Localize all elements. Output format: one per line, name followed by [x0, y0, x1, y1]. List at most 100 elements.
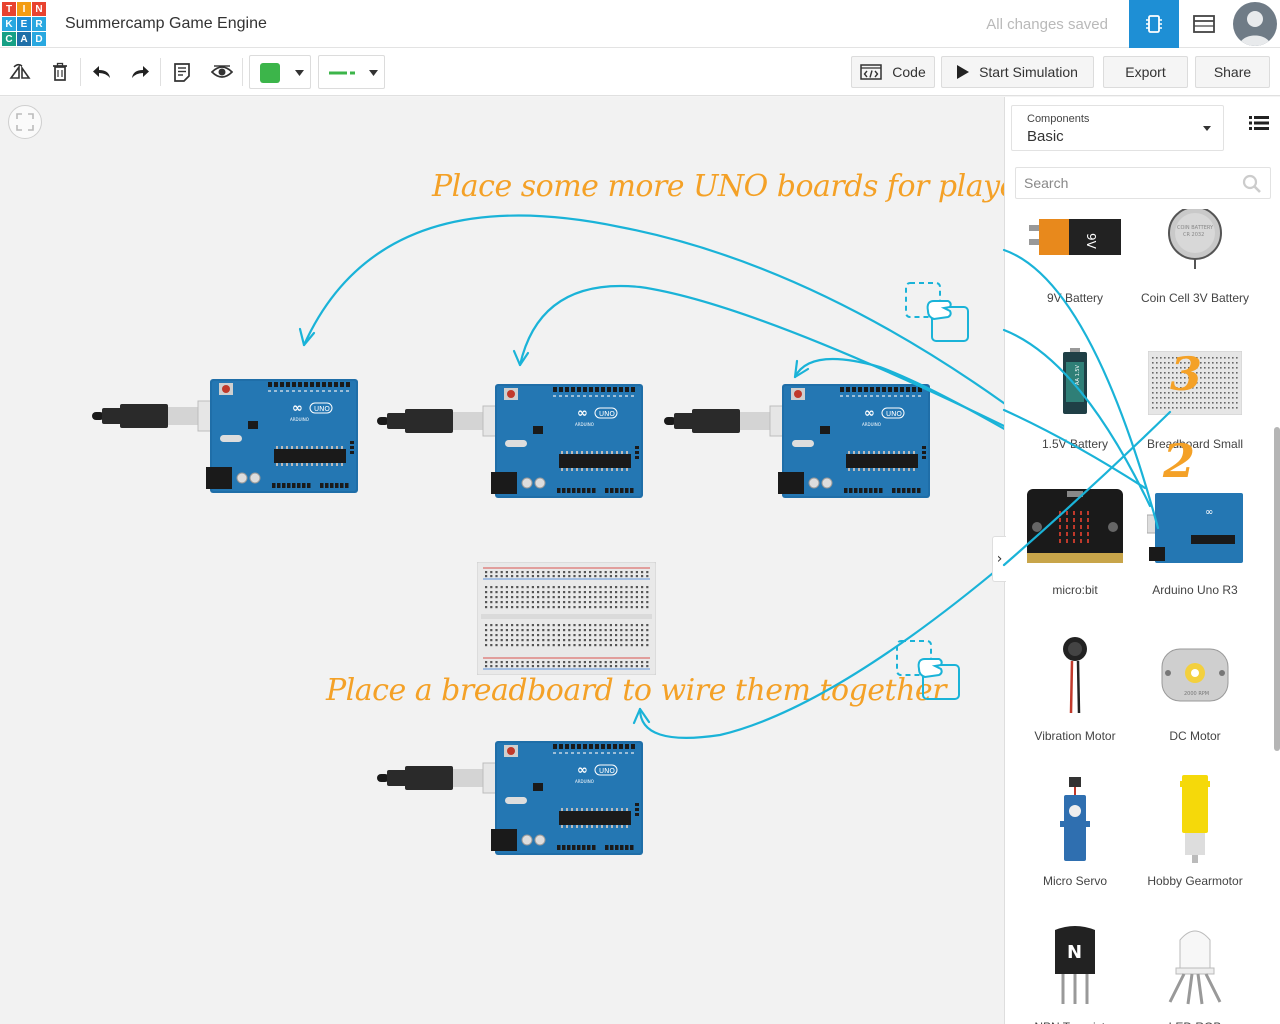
arduino-uno-board[interactable]: ∞ UNO ARDUINO: [377, 741, 645, 859]
wire-style-dropdown[interactable]: [318, 55, 385, 89]
toolbar: Code Start Simulation Export Share: [0, 48, 1280, 96]
annotation-text: Place a breadboard to wire them together: [326, 673, 947, 708]
components-dropdown[interactable]: Components Basic: [1011, 105, 1224, 151]
transistor-icon: N: [1025, 920, 1125, 1012]
export-button[interactable]: Export: [1103, 56, 1188, 88]
svg-text:∞: ∞: [577, 763, 588, 778]
microbit-icon: [1025, 483, 1125, 575]
svg-text:∞: ∞: [292, 401, 303, 416]
vibration-motor-icon: [1025, 629, 1125, 721]
component-item[interactable]: COIN BATTERY CR 2032 Coin Cell 3V Battery: [1135, 209, 1255, 331]
svg-text:ARDUINO: ARDUINO: [575, 422, 594, 427]
logo-tile: I: [17, 2, 31, 16]
component-label: Micro Servo: [1042, 874, 1107, 888]
component-item[interactable]: LED RGB: [1135, 920, 1255, 1024]
component-item[interactable]: micro:bit: [1015, 483, 1135, 623]
component-label: micro:bit: [1052, 583, 1098, 597]
share-label: Share: [1213, 64, 1252, 80]
svg-text:9V: 9V: [1084, 233, 1098, 250]
delete-button[interactable]: [44, 58, 76, 86]
component-label: Arduino Uno R3: [1152, 583, 1238, 597]
component-item[interactable]: Vibration Motor: [1015, 629, 1135, 769]
drag-hand-icon: [905, 282, 969, 342]
svg-text:UNO: UNO: [314, 405, 330, 413]
drag-hand-icon: [896, 640, 960, 700]
rotate-button[interactable]: [4, 58, 36, 86]
chevron-down-icon: [369, 70, 378, 76]
visibility-button[interactable]: [206, 58, 238, 86]
fit-view-button[interactable]: [8, 105, 42, 139]
svg-text:UNO: UNO: [886, 410, 902, 418]
component-label: Coin Cell 3V Battery: [1140, 291, 1250, 305]
arduino-uno-board[interactable]: ∞ UNO ARDUINO: [664, 384, 932, 502]
component-label: DC Motor: [1169, 729, 1221, 743]
component-gallery: 9V 9V Battery COIN BATTERY CR 2032 Coin Cell…: [1005, 209, 1271, 1024]
components-dropdown-label: Components: [1027, 113, 1090, 125]
logo-tile: T: [2, 2, 16, 16]
toolbar-divider: [160, 58, 161, 86]
component-item[interactable]: AA 1.5V 1.5V Battery: [1015, 337, 1135, 477]
list-view-button[interactable]: [1241, 105, 1277, 141]
code-icon: [860, 64, 883, 80]
design-title[interactable]: Summercamp Game Engine: [65, 15, 267, 33]
fill-color-dropdown[interactable]: [249, 55, 311, 89]
arduino-uno-board[interactable]: ∞ UNO ARDUINO: [377, 384, 645, 502]
breadboard-graphic: [476, 561, 657, 676]
step-number: 3: [1170, 347, 1203, 401]
svg-text:∞: ∞: [864, 406, 875, 421]
svg-text:∞: ∞: [1205, 507, 1213, 518]
coin-cell-icon: COIN BATTERY CR 2032: [1145, 209, 1245, 283]
undo-icon: [93, 66, 110, 78]
user-avatar[interactable]: [1233, 2, 1277, 46]
start-simulation-button[interactable]: Start Simulation: [941, 56, 1094, 88]
toolbar-divider: [242, 58, 243, 86]
component-item[interactable]: 2000 RPM DC Motor: [1135, 629, 1255, 769]
arduino-uno-board[interactable]: ∞ UNO ARDUINO: [92, 379, 360, 497]
tinkercad-logo[interactable]: TIN KER CAD: [2, 2, 46, 46]
redo-button[interactable]: [124, 58, 156, 86]
panel-scrollbar[interactable]: [1271, 209, 1280, 1024]
logo-tile: K: [2, 17, 16, 31]
list-view-icon: [1249, 116, 1269, 130]
component-search: [1015, 167, 1271, 199]
visibility-icon: [211, 65, 233, 78]
search-input[interactable]: [1016, 168, 1236, 198]
undo-button[interactable]: [86, 58, 118, 86]
logo-tile: C: [2, 32, 16, 46]
user-avatar-icon: [1239, 11, 1271, 46]
circuit-view-button[interactable]: [1129, 0, 1179, 48]
rotate-icon: [9, 63, 31, 79]
arrow-head: [298, 327, 316, 347]
search-icon[interactable]: [1242, 174, 1262, 194]
logo-tile: D: [32, 32, 46, 46]
component-item[interactable]: N NPN Transistor: [1015, 920, 1135, 1024]
export-label: Export: [1125, 64, 1166, 80]
gearmotor-icon: [1145, 774, 1245, 866]
logo-tile: A: [17, 32, 31, 46]
svg-text:UNO: UNO: [599, 767, 615, 775]
component-label: LED RGB: [1135, 1020, 1255, 1024]
notes-button[interactable]: [166, 58, 198, 86]
chevron-down-icon: [1203, 126, 1211, 131]
wire-style-icon: [329, 71, 355, 75]
circuit-canvas[interactable]: ∞ UNO ARDUINO ∞ UNO ARDUINO ∞ UNO ARDUINO ∞ UNO…: [0, 97, 1004, 1024]
fit-view-icon: [16, 113, 34, 131]
collapse-panel-button[interactable]: ›: [992, 536, 1006, 582]
component-label: 9V Battery: [1046, 291, 1104, 305]
component-item[interactable]: Hobby Gearmotor: [1135, 774, 1255, 914]
breadboard[interactable]: [476, 561, 657, 676]
component-item[interactable]: Micro Servo: [1015, 774, 1135, 914]
svg-text:ARDUINO: ARDUINO: [575, 779, 594, 784]
component-item[interactable]: ∞ Arduino Uno R3: [1135, 483, 1255, 623]
chevron-right-icon: ›: [996, 551, 1003, 567]
component-item[interactable]: 9V 9V Battery: [1015, 209, 1135, 331]
code-button[interactable]: Code: [851, 56, 935, 88]
arrow-head: [793, 359, 810, 379]
svg-text:ARDUINO: ARDUINO: [290, 417, 309, 422]
svg-text:UNO: UNO: [599, 410, 615, 418]
share-button[interactable]: Share: [1195, 56, 1270, 88]
components-panel: Components Basic 9V 9V Battery COIN BATTER…: [1004, 97, 1280, 1024]
scrollbar-thumb[interactable]: [1274, 427, 1280, 751]
component-list-view-button[interactable]: [1179, 0, 1229, 48]
component-label: 1.5V Battery: [1041, 437, 1109, 451]
